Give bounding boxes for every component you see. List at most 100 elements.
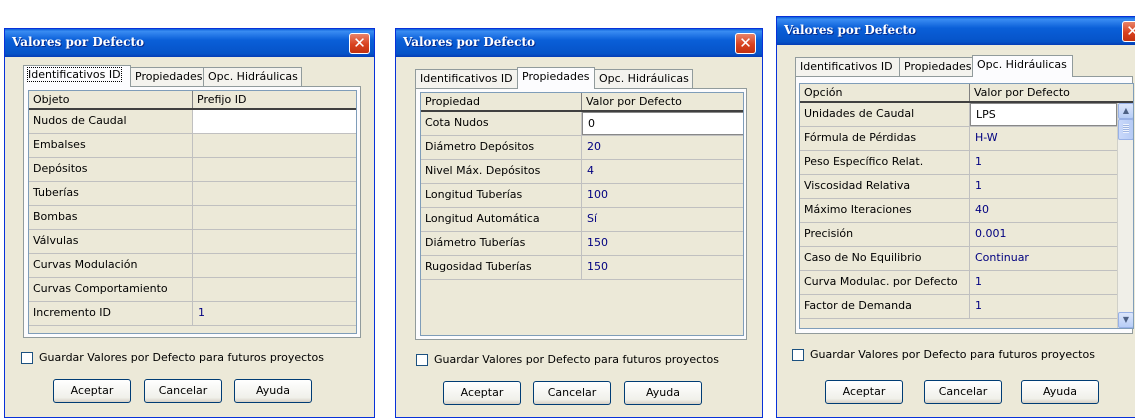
row-value[interactable]: 150	[582, 232, 743, 255]
table-row[interactable]: Rugosidad Tuberías 150	[421, 256, 743, 280]
aceptar-button[interactable]: Aceptar	[825, 380, 903, 404]
tab-strip: Identificativos ID Propiedades Opc. Hidr…	[23, 65, 363, 87]
table-row[interactable]: Curvas Comportamiento	[29, 278, 356, 302]
title-bar[interactable]: Valores por Defecto ✕	[5, 29, 374, 57]
property-grid[interactable]: Opción Valor por Defecto Unidades de Cau…	[799, 83, 1134, 329]
property-grid[interactable]: Propiedad Valor por Defecto Cota Nudos 0…	[420, 92, 744, 336]
grid-header: Propiedad Valor por Defecto	[421, 93, 743, 112]
table-row[interactable]: Precisión 0.001	[800, 223, 1117, 247]
table-row[interactable]: Diámetro Depósitos 20	[421, 136, 743, 160]
tab-opc-hidraulicas[interactable]: Opc. Hidráulicas	[594, 69, 693, 88]
row-label: Unidades de Caudal	[800, 103, 970, 126]
row-value[interactable]: 1	[970, 295, 1117, 318]
table-row[interactable]: Diámetro Tuberías 150	[421, 232, 743, 256]
ayuda-button[interactable]: Ayuda	[234, 379, 312, 403]
close-button[interactable]: ✕	[1122, 21, 1135, 42]
row-value[interactable]	[193, 134, 356, 157]
row-value[interactable]: 1	[970, 271, 1117, 294]
row-value[interactable]: 1	[970, 151, 1117, 174]
row-label: Curvas Modulación	[29, 254, 193, 277]
row-value[interactable]	[193, 278, 356, 301]
cancelar-button[interactable]: Cancelar	[144, 379, 222, 403]
row-value[interactable]	[193, 182, 356, 205]
row-value[interactable]: 1	[193, 302, 356, 325]
table-row[interactable]: Curva Modulac. por Defecto 1	[800, 271, 1117, 295]
cancelar-button[interactable]: Cancelar	[924, 380, 1002, 404]
row-value[interactable]: 40	[970, 199, 1117, 222]
vertical-scrollbar[interactable]: ▲ ▼	[1117, 103, 1133, 328]
property-grid[interactable]: Objeto Prefijo ID Nudos de Caudal Embals…	[28, 90, 357, 334]
table-row[interactable]: Máximo Iteraciones 40	[800, 199, 1117, 223]
tab-panel: Propiedad Valor por Defecto Cota Nudos 0…	[415, 88, 747, 340]
table-row[interactable]: Viscosidad Relativa 1	[800, 175, 1117, 199]
row-value[interactable]: 1	[970, 175, 1117, 198]
table-row[interactable]: Peso Específico Relat. 1	[800, 151, 1117, 175]
checkbox-icon[interactable]	[416, 354, 428, 366]
row-label: Peso Específico Relat.	[800, 151, 970, 174]
tab-identificativos[interactable]: Identificativos ID	[415, 69, 518, 88]
row-value[interactable]	[193, 254, 356, 277]
header-opcion: Opción	[800, 84, 970, 101]
row-label: Diámetro Depósitos	[421, 136, 582, 159]
tab-opc-hidraulicas[interactable]: Opc. Hidráulicas	[203, 67, 302, 86]
aceptar-button[interactable]: Aceptar	[53, 379, 131, 403]
table-row[interactable]: Bombas	[29, 206, 356, 230]
dialog-identificativos: Valores por Defecto ✕ Identificativos ID…	[4, 28, 375, 418]
tab-propiedades[interactable]: Propiedades	[130, 67, 204, 86]
tab-opc-hidraulicas[interactable]: Opc. Hidráulicas	[972, 55, 1073, 77]
row-value[interactable]: 100	[582, 184, 743, 207]
row-value[interactable]: 150	[582, 256, 743, 279]
tab-strip: Identificativos ID Propiedades Opc. Hidr…	[795, 55, 1125, 77]
table-row[interactable]: Depósitos	[29, 158, 356, 182]
row-value[interactable]	[193, 230, 356, 253]
title-bar[interactable]: Valores por Defecto ✕	[777, 17, 1135, 45]
scroll-up-icon[interactable]: ▲	[1118, 103, 1133, 119]
table-row[interactable]: Longitud Automática Sí	[421, 208, 743, 232]
save-defaults-label: Guardar Valores por Defecto para futuros…	[39, 351, 324, 364]
tab-propiedades[interactable]: Propiedades	[517, 67, 595, 89]
ayuda-button[interactable]: Ayuda	[624, 381, 702, 405]
aceptar-button[interactable]: Aceptar	[443, 381, 521, 405]
checkbox-icon[interactable]	[792, 349, 804, 361]
row-value[interactable]: 0.001	[970, 223, 1117, 246]
table-row[interactable]: Factor de Demanda 1	[800, 295, 1117, 319]
table-row[interactable]: Fórmula de Pérdidas H-W	[800, 127, 1117, 151]
scroll-down-icon[interactable]: ▼	[1118, 312, 1133, 328]
checkbox-icon[interactable]	[21, 352, 33, 364]
table-row[interactable]: Nivel Máx. Depósitos 4	[421, 160, 743, 184]
table-row[interactable]: Longitud Tuberías 100	[421, 184, 743, 208]
table-row[interactable]: Curvas Modulación	[29, 254, 356, 278]
table-row[interactable]: Embalses	[29, 134, 356, 158]
title-bar[interactable]: Valores por Defecto ✕	[396, 29, 762, 57]
table-row[interactable]: Cota Nudos 0	[421, 112, 743, 136]
close-button[interactable]: ✕	[735, 33, 756, 54]
row-value-input[interactable]	[193, 110, 356, 133]
tab-identificativos[interactable]: Identificativos ID	[795, 57, 900, 76]
table-row[interactable]: Válvulas	[29, 230, 356, 254]
row-value-input[interactable]: LPS	[970, 103, 1117, 126]
table-row[interactable]: Unidades de Caudal LPS	[800, 103, 1117, 127]
dialog-title: Valores por Defecto	[403, 35, 536, 49]
row-value[interactable]: H-W	[970, 127, 1117, 150]
row-value[interactable]: 20	[582, 136, 743, 159]
close-button[interactable]: ✕	[349, 33, 370, 54]
row-value[interactable]	[193, 158, 356, 181]
close-icon: ✕	[1123, 22, 1135, 41]
header-objeto: Objeto	[29, 91, 193, 108]
ayuda-button[interactable]: Ayuda	[1021, 380, 1099, 404]
row-value[interactable]: Sí	[582, 208, 743, 231]
row-value[interactable]	[193, 206, 356, 229]
row-value-input[interactable]: 0	[582, 112, 743, 135]
cancelar-button[interactable]: Cancelar	[533, 381, 611, 405]
table-row[interactable]: Incremento ID 1	[29, 302, 356, 326]
tab-identificativos[interactable]: Identificativos ID	[23, 65, 131, 87]
table-row[interactable]: Nudos de Caudal	[29, 110, 356, 134]
row-label: Cota Nudos	[421, 112, 582, 135]
tab-propiedades[interactable]: Propiedades	[899, 57, 973, 76]
row-value[interactable]: Continuar	[970, 247, 1117, 270]
table-row[interactable]: Caso de No Equilibrio Continuar	[800, 247, 1117, 271]
row-value[interactable]: 4	[582, 160, 743, 183]
scroll-thumb[interactable]	[1118, 119, 1133, 140]
table-row[interactable]: Tuberías	[29, 182, 356, 206]
header-valor: Valor por Defecto	[586, 95, 682, 108]
